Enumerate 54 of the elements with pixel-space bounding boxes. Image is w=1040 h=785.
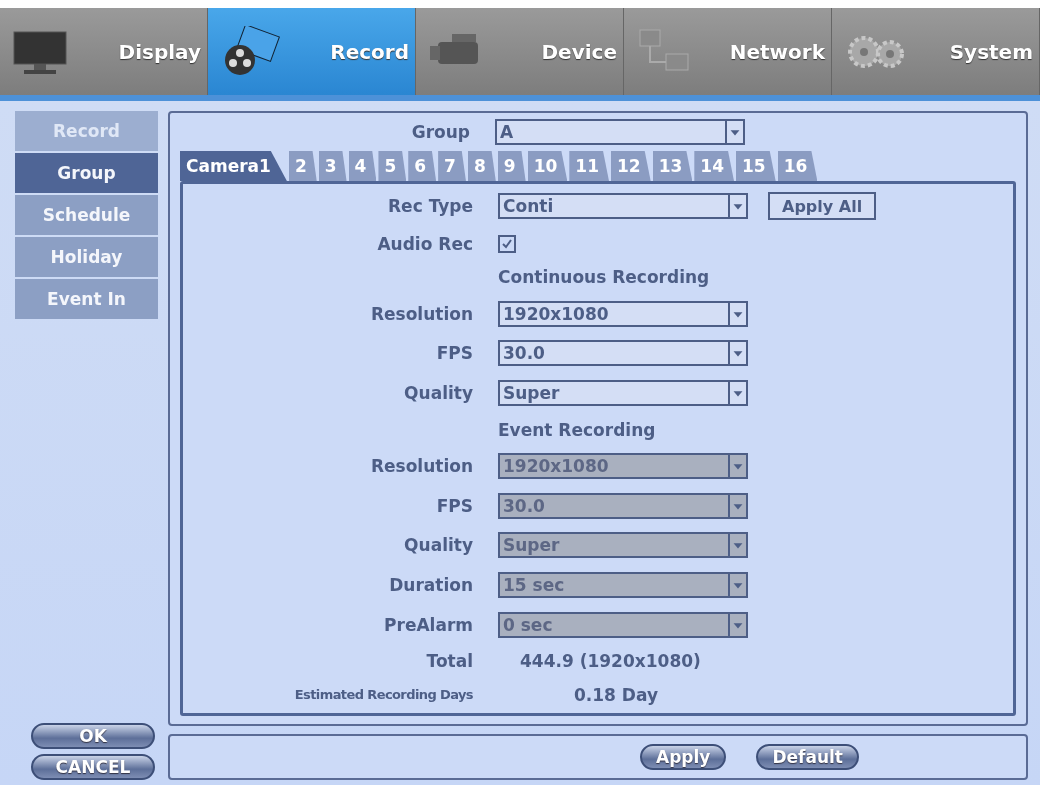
- dropdown[interactable]: 30.0: [498, 340, 748, 367]
- dropdown[interactable]: Super: [498, 380, 748, 407]
- menu-tab[interactable]: System: [832, 8, 1040, 95]
- menu-tab[interactable]: Record: [208, 8, 416, 95]
- field-label: Group: [411, 122, 470, 142]
- section-heading: Continuous Recording: [498, 267, 711, 288]
- menu-tab[interactable]: Device: [416, 8, 624, 95]
- field-label: Estimated Recording Days: [294, 687, 473, 703]
- camera-tab[interactable]: 3: [318, 151, 347, 181]
- menu-tab[interactable]: Display: [0, 8, 208, 95]
- dropdown[interactable]: Conti: [498, 193, 748, 219]
- camera-tab[interactable]: 14: [694, 151, 734, 181]
- checkmark-icon: [501, 237, 513, 250]
- apply-button[interactable]: Apply: [640, 744, 727, 770]
- camera-tab[interactable]: 16: [777, 151, 818, 181]
- menu-tab[interactable]: Network: [624, 8, 832, 95]
- dropdown[interactable]: 1920x1080: [498, 300, 748, 327]
- camera-tab[interactable]: 13: [652, 151, 693, 181]
- camera-tab[interactable]: 8: [467, 151, 496, 181]
- field-value: 444.9 (1920x1080): [519, 651, 702, 672]
- sidebar-item[interactable]: Holiday: [15, 237, 158, 277]
- camera-tab[interactable]: 12: [611, 151, 651, 181]
- camera-tab[interactable]: 6: [408, 151, 437, 181]
- field-value: 0.18 Day: [573, 684, 659, 705]
- sidebar-item[interactable]: Group: [15, 153, 158, 193]
- field-label: Resolution: [370, 303, 473, 324]
- cancel-button[interactable]: CANCEL: [31, 754, 155, 780]
- sidebar-item[interactable]: Schedule: [15, 195, 158, 235]
- camera-tab[interactable]: 10: [527, 151, 568, 181]
- ok-button[interactable]: OK: [31, 723, 155, 749]
- field-label: PreAlarm: [384, 614, 473, 635]
- apply-all-button[interactable]: Apply All: [768, 192, 877, 220]
- checkbox[interactable]: [498, 234, 516, 253]
- camera-tab[interactable]: 7: [438, 151, 466, 181]
- sidebar-item[interactable]: Event In: [15, 279, 158, 319]
- camera-tab[interactable]: 9: [497, 151, 526, 181]
- field-label: Resolution: [370, 456, 473, 477]
- field-label: Audio Rec: [377, 233, 473, 254]
- field-label: Duration: [389, 575, 473, 596]
- field-label: Quality: [404, 383, 473, 404]
- field-label: FPS: [436, 343, 473, 364]
- dropdown[interactable]: A: [495, 119, 745, 145]
- field-label: Rec Type: [388, 196, 473, 216]
- camera-tab[interactable]: Camera1: [180, 151, 287, 181]
- field-label: FPS: [436, 495, 473, 516]
- camera-tab[interactable]: 5: [378, 151, 407, 181]
- field-label: Quality: [404, 535, 473, 556]
- camera-tab[interactable]: 11: [569, 151, 609, 181]
- camera-tab[interactable]: 2: [288, 151, 317, 181]
- field-label: Total: [426, 651, 473, 672]
- section-heading: Event Recording: [498, 419, 657, 440]
- camera-tab[interactable]: 15: [736, 151, 776, 181]
- default-button[interactable]: Default: [756, 744, 859, 770]
- camera-tab[interactable]: 4: [348, 151, 377, 181]
